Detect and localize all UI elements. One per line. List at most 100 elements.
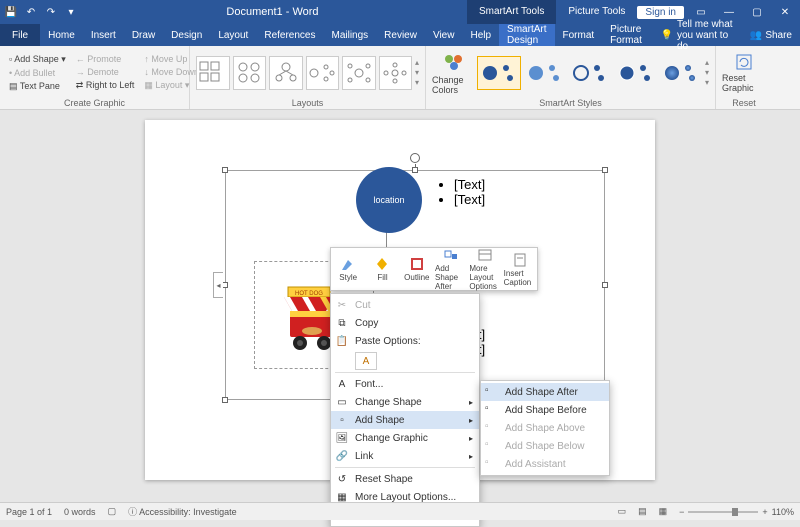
paste-icon: 📋 (335, 334, 349, 348)
paste-option-keep-text[interactable]: A (355, 352, 377, 370)
tab-format[interactable]: Format (555, 24, 603, 46)
style-gallery-item[interactable] (477, 56, 521, 90)
zoom-out-icon[interactable]: − (679, 507, 684, 517)
layout-gallery-item[interactable] (233, 56, 267, 90)
tab-insert[interactable]: Insert (83, 24, 124, 46)
zoom-level[interactable]: 110% (772, 507, 794, 517)
add-shape-submenu: ▫Add Shape After ▫Add Shape Before ▫Add … (480, 380, 610, 476)
resize-handle[interactable] (602, 167, 608, 173)
status-bar: Page 1 of 1 0 words ▢ ⓘ Accessibility: I… (0, 502, 800, 520)
tab-mailings[interactable]: Mailings (323, 24, 376, 46)
status-spellcheck-icon[interactable]: ▢ (108, 506, 117, 517)
view-print-layout-icon[interactable]: ▤ (638, 506, 647, 517)
promote-button: ← Promote (73, 53, 138, 65)
group-label-layouts: Layouts (196, 97, 419, 108)
maximize-icon[interactable]: ▢ (746, 0, 768, 24)
zoom-slider[interactable] (688, 511, 758, 513)
ribbon: ▫ Add Shape ▾ • Add Bullet ▤ Text Pane ←… (0, 46, 800, 110)
gallery-scroll-down-icon[interactable]: ▾ (415, 68, 419, 77)
mini-add-shape-after-button[interactable]: Add Shape After (434, 245, 468, 293)
status-page[interactable]: Page 1 of 1 (6, 507, 52, 517)
resize-handle[interactable] (412, 167, 418, 173)
resize-handle[interactable] (602, 282, 608, 288)
gallery-more-icon[interactable]: ▾ (705, 78, 709, 87)
resize-handle[interactable] (222, 167, 228, 173)
tell-me-search[interactable]: 💡 Tell me what you want to do (653, 24, 742, 46)
status-accessibility[interactable]: ⓘ Accessibility: Investigate (128, 505, 237, 518)
reset-icon: ↺ (335, 472, 349, 486)
add-bullet-button: • Add Bullet (6, 67, 69, 79)
smartart-bullet[interactable]: [Text] (454, 192, 485, 207)
menu-copy[interactable]: ⧉Copy (331, 314, 479, 332)
group-label-create-graphic: Create Graphic (6, 97, 183, 108)
gallery-scroll-up-icon[interactable]: ▴ (415, 58, 419, 67)
tab-picture-format[interactable]: Picture Format (602, 24, 652, 46)
reset-graphic-button[interactable]: Reset Graphic (722, 52, 766, 93)
tab-file[interactable]: File (0, 24, 40, 46)
mini-more-layout-button[interactable]: More Layout Options (468, 245, 502, 293)
submenu-add-above: ▫Add Shape Above (481, 419, 609, 437)
redo-icon[interactable]: ↷ (44, 5, 58, 19)
gallery-more-icon[interactable]: ▾ (415, 78, 419, 87)
submenu-add-below: ▫Add Shape Below (481, 437, 609, 455)
layout-gallery-item[interactable] (379, 56, 413, 90)
menu-change-shape[interactable]: ▭Change Shape▸ (331, 393, 479, 411)
mini-fill-button[interactable]: Fill (365, 254, 399, 284)
menu-cut: ✂Cut (331, 296, 479, 314)
sign-in-button[interactable]: Sign in (637, 6, 684, 19)
style-gallery-item[interactable] (568, 56, 612, 90)
tab-draw[interactable]: Draw (124, 24, 163, 46)
add-shape-button[interactable]: ▫ Add Shape ▾ (6, 53, 69, 66)
mini-style-button[interactable]: Style (331, 254, 365, 284)
right-to-left-button[interactable]: ⇄ Right to Left (73, 79, 138, 92)
tab-smartart-design[interactable]: SmartArt Design (499, 24, 554, 46)
gallery-scroll-up-icon[interactable]: ▴ (705, 58, 709, 67)
save-icon[interactable]: 💾 (4, 5, 18, 19)
submenu-add-before[interactable]: ▫Add Shape Before (481, 401, 609, 419)
add-before-icon: ▫ (485, 403, 499, 417)
share-button[interactable]: 👥 Share (742, 24, 800, 46)
view-read-mode-icon[interactable]: ▭ (618, 506, 627, 517)
add-after-icon: ▫ (485, 385, 499, 399)
mini-insert-caption-button[interactable]: Insert Caption (503, 250, 537, 289)
tab-references[interactable]: References (256, 24, 323, 46)
undo-icon[interactable]: ↶ (24, 5, 38, 19)
style-gallery-item[interactable] (659, 56, 703, 90)
status-words[interactable]: 0 words (64, 507, 96, 517)
tab-view[interactable]: View (425, 24, 463, 46)
link-icon: 🔗 (335, 449, 349, 463)
ribbon-tabs: File Home Insert Draw Design Layout Refe… (0, 24, 800, 46)
tab-design[interactable]: Design (163, 24, 210, 46)
tab-layout[interactable]: Layout (210, 24, 256, 46)
submenu-add-after[interactable]: ▫Add Shape After (481, 383, 609, 401)
view-web-layout-icon[interactable]: ▦ (659, 506, 668, 517)
mini-outline-button[interactable]: Outline (400, 254, 434, 284)
tab-help[interactable]: Help (462, 24, 499, 46)
menu-add-shape[interactable]: ▫Add Shape▸ (331, 411, 479, 429)
rotate-handle[interactable] (410, 153, 420, 163)
style-gallery-item[interactable] (614, 56, 658, 90)
layout-gallery-item[interactable] (342, 56, 376, 90)
layout-gallery-item[interactable] (269, 56, 303, 90)
resize-handle[interactable] (222, 397, 228, 403)
menu-reset-shape[interactable]: ↺Reset Shape (331, 470, 479, 488)
gallery-scroll-down-icon[interactable]: ▾ (705, 68, 709, 77)
layout-gallery-item[interactable] (306, 56, 340, 90)
close-icon[interactable]: ✕ (774, 0, 796, 24)
style-gallery-item[interactable] (523, 56, 567, 90)
text-pane-button[interactable]: ▤ Text Pane (6, 80, 69, 93)
layout-gallery-item[interactable] (196, 56, 230, 90)
tab-review[interactable]: Review (376, 24, 425, 46)
smartart-node-main[interactable]: location (356, 167, 422, 233)
change-colors-button[interactable]: Change Colors (432, 51, 475, 95)
menu-change-graphic[interactable]: 🖼Change Graphic▸ (331, 429, 479, 447)
menu-link[interactable]: 🔗Link▸ (331, 447, 479, 465)
tab-home[interactable]: Home (40, 24, 83, 46)
add-shape-icon: ▫ (335, 413, 349, 427)
text-pane-expand-tab[interactable]: ◂ (213, 272, 223, 298)
submenu-add-assistant: ▫Add Assistant (481, 455, 609, 473)
zoom-in-icon[interactable]: + (762, 507, 767, 517)
smartart-bullet[interactable]: [Text] (454, 177, 485, 192)
qat-dropdown-icon[interactable]: ▾ (64, 5, 78, 19)
menu-font[interactable]: AFont... (331, 375, 479, 393)
